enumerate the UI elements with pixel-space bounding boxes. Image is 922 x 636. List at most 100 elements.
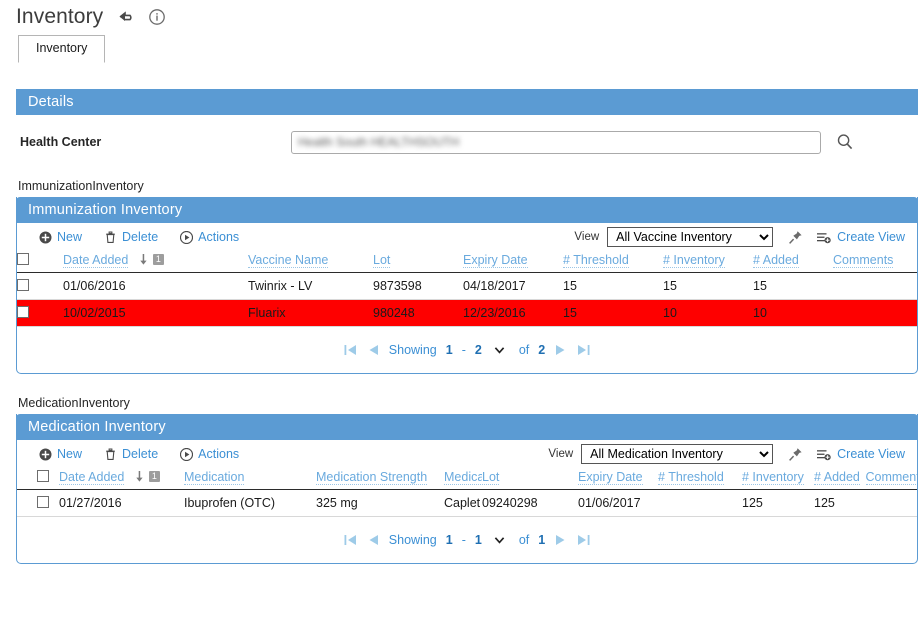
immunization-toolbar: New Delete Actions View All Vaccine Inve… <box>17 223 917 251</box>
sort-desc-arrow-icon <box>140 254 147 265</box>
play-circle-icon <box>180 230 194 244</box>
cell-date-added: 01/27/2016 <box>59 489 184 517</box>
pager-showing-label: Showing <box>388 343 437 357</box>
actions-button[interactable]: Actions <box>180 230 239 244</box>
trash-icon <box>106 448 115 460</box>
column-header-date-added[interactable]: Date Added 1 <box>59 468 184 490</box>
column-header-threshold[interactable]: # Threshold <box>563 251 663 273</box>
column-header-medication-strength[interactable]: Medication Strength <box>316 468 444 490</box>
new-button-label: New <box>57 447 83 461</box>
column-header-expiry-date[interactable]: Expiry Date <box>578 468 658 490</box>
table-row[interactable]: 01/27/2016 Ibuprofen (OTC) 325 mg Caplet… <box>17 489 917 517</box>
cell-added: 125 <box>814 489 866 517</box>
select-all-checkbox[interactable] <box>37 470 49 482</box>
cell-inventory: 125 <box>742 489 814 517</box>
row-select-cell <box>17 299 63 327</box>
pushpin-icon[interactable] <box>787 446 804 463</box>
actions-button-label: Actions <box>198 447 240 461</box>
row-select-cell <box>17 272 63 300</box>
previous-page-button[interactable] <box>367 533 380 547</box>
cell-threshold: 15 <box>563 299 663 327</box>
medication-grid: Date Added 1 Medication Medication Stren… <box>17 468 917 517</box>
plus-circle-icon <box>39 448 52 460</box>
cell-comments <box>865 489 917 517</box>
info-circle-icon[interactable] <box>147 7 167 27</box>
delete-button[interactable]: Delete <box>104 447 158 461</box>
column-header-added[interactable]: # Added <box>814 468 866 490</box>
next-page-button[interactable] <box>554 343 567 357</box>
first-page-button[interactable] <box>343 533 358 547</box>
chevron-down-icon[interactable] <box>493 534 506 546</box>
view-label: View <box>574 231 600 243</box>
column-header-inventory[interactable]: # Inventory <box>663 251 753 273</box>
pager-range-dash: - <box>461 343 466 357</box>
plus-circle-icon <box>39 231 52 243</box>
undo-arrow-icon[interactable] <box>115 7 135 27</box>
create-view-button[interactable]: Create View <box>816 230 905 244</box>
cell-added: 10 <box>753 299 833 327</box>
health-center-input[interactable]: Health South HEALTHSOUTH <box>291 130 821 154</box>
sort-indicator: 1 <box>139 254 164 265</box>
page-title: Inventory <box>16 5 104 28</box>
table-row[interactable]: 10/02/2015 Fluarix 980248 12/23/2016 15 … <box>17 299 917 327</box>
immunization-pager: Showing 1 - 2 of 2 <box>17 327 917 373</box>
actions-button[interactable]: Actions <box>180 447 239 461</box>
column-header-date-added[interactable]: Date Added 1 <box>63 251 248 273</box>
medication-inventory-panel: Medication Inventory New Delete Actions <box>16 414 918 564</box>
cell-inventory: 10 <box>663 299 753 327</box>
pager-range-start: 1 <box>445 343 453 357</box>
delete-button[interactable]: Delete <box>104 230 158 244</box>
new-button-label: New <box>57 230 83 244</box>
pushpin-icon[interactable] <box>787 229 804 246</box>
column-header-added[interactable]: # Added <box>753 251 833 273</box>
first-page-button[interactable] <box>343 343 358 357</box>
cell-medication-strength: 325 mg <box>316 489 444 517</box>
sort-indicator: 1 <box>135 471 160 482</box>
search-icon[interactable] <box>835 132 855 152</box>
previous-page-button[interactable] <box>367 343 380 357</box>
column-header-threshold[interactable]: # Threshold <box>658 468 742 490</box>
medication-section-title: Medication Inventory <box>16 414 918 440</box>
trash-icon <box>106 231 115 243</box>
row-checkbox[interactable] <box>17 279 29 291</box>
cell-medication: Ibuprofen (OTC) <box>184 489 316 517</box>
column-header-expiry-date[interactable]: Expiry Date <box>463 251 563 273</box>
row-checkbox[interactable] <box>37 496 49 508</box>
immunization-grid: Date Added 1 Vaccine Name Lot Expiry Dat… <box>17 251 917 327</box>
column-header-vaccine-name[interactable]: Vaccine Name <box>248 251 373 273</box>
column-header-comments[interactable]: Comments <box>865 468 917 490</box>
column-header-label: Date Added <box>63 253 129 268</box>
pager-range-end: 1 <box>474 533 482 547</box>
chevron-down-icon[interactable] <box>493 344 506 356</box>
next-page-button[interactable] <box>554 533 567 547</box>
cell-comments <box>833 299 917 327</box>
create-view-button[interactable]: Create View <box>816 447 905 461</box>
select-all-checkbox[interactable] <box>17 253 29 265</box>
view-select[interactable]: All Medication Inventory <box>581 444 774 464</box>
immunization-inventory-panel: Immunization Inventory New Delete Action… <box>16 197 918 374</box>
pager-range-end: 2 <box>474 343 482 357</box>
table-row[interactable]: 01/06/2016 Twinrix - LV 9873598 04/18/20… <box>17 272 917 300</box>
pager-of-label: of <box>518 343 530 357</box>
view-select[interactable]: All Vaccine Inventory <box>607 227 774 247</box>
column-header-lot[interactable]: Lot <box>482 468 578 490</box>
column-header-medication[interactable]: Medication <box>184 468 316 490</box>
column-header-lot[interactable]: Lot <box>373 251 463 273</box>
immunization-section-title: Immunization Inventory <box>16 197 918 223</box>
row-checkbox[interactable] <box>17 306 29 318</box>
last-page-button[interactable] <box>576 533 591 547</box>
cell-lot: 980248 <box>373 299 463 327</box>
tab-inventory[interactable]: Inventory <box>18 35 106 63</box>
new-button[interactable]: New <box>39 230 82 244</box>
column-header-comments[interactable]: Comments <box>833 251 917 273</box>
last-page-button[interactable] <box>576 343 591 357</box>
sort-order-badge: 1 <box>152 254 164 265</box>
column-header-inventory[interactable]: # Inventory <box>742 468 814 490</box>
actions-button-label: Actions <box>198 230 240 244</box>
medication-header-row: Date Added 1 Medication Medication Stren… <box>17 468 917 490</box>
cell-lot: 09240298 <box>482 489 578 517</box>
column-header-medication-form[interactable]: Medication Form <box>444 468 482 490</box>
immunization-grid-caption: ImmunizationInventory <box>18 179 144 193</box>
cell-vaccine-name: Twinrix - LV <box>248 272 373 300</box>
new-button[interactable]: New <box>39 447 82 461</box>
